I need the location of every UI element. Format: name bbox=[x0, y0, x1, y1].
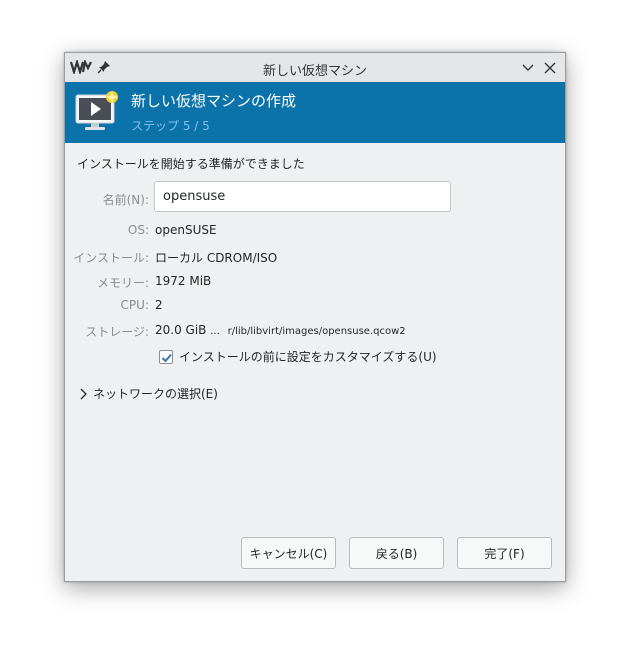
chevron-right-icon bbox=[80, 388, 87, 399]
title-bar[interactable]: 新しい仮想マシン bbox=[65, 53, 565, 83]
storage-label: ストレージ: bbox=[85, 325, 149, 339]
os-value: openSUSE bbox=[155, 223, 217, 237]
storage-ellipsis: ... bbox=[210, 326, 220, 337]
window-title: 新しい仮想マシン bbox=[262, 64, 367, 79]
os-label: OS: bbox=[127, 223, 149, 237]
new-vm-dialog: 新しい仮想マシン 新しい仮想マシンの作成 ステップ 5 / 5 インストールを開… bbox=[64, 52, 566, 582]
ready-message: インストールを開始する準備ができました bbox=[77, 157, 305, 171]
network-expander-label[interactable]: ネットワークの選択(E) bbox=[93, 385, 218, 402]
wizard-title: 新しい仮想マシンの作成 bbox=[131, 92, 297, 110]
finish-button[interactable]: 完了(F) bbox=[457, 537, 552, 569]
cpu-value: 2 bbox=[155, 298, 163, 312]
customize-checkbox-label[interactable]: インストールの前に設定をカスタマイズする(U) bbox=[179, 348, 437, 365]
new-vm-monitor-icon bbox=[75, 91, 118, 130]
memory-label: メモリー: bbox=[96, 276, 149, 290]
cpu-label: CPU: bbox=[120, 298, 149, 312]
install-value: ローカル CDROM/ISO bbox=[155, 251, 278, 265]
storage-size: 20.0 GiB bbox=[155, 323, 207, 337]
minimize-chevron-icon[interactable] bbox=[521, 61, 535, 75]
close-icon[interactable] bbox=[543, 61, 557, 75]
checkmark-icon bbox=[161, 353, 172, 362]
wizard-header: 新しい仮想マシンの作成 ステップ 5 / 5 bbox=[65, 82, 565, 143]
wizard-step: ステップ 5 / 5 bbox=[131, 119, 210, 133]
storage-value: 20.0 GiB ... r/lib/libvirt/images/opensu… bbox=[155, 323, 406, 337]
memory-value: 1972 MiB bbox=[155, 274, 212, 288]
cancel-button[interactable]: キャンセル(C) bbox=[241, 537, 336, 569]
customize-checkbox-row[interactable]: インストールの前に設定をカスタマイズする(U) bbox=[159, 348, 437, 365]
customize-checkbox[interactable] bbox=[159, 349, 173, 364]
install-label: インストール: bbox=[73, 251, 149, 265]
name-input[interactable] bbox=[154, 181, 451, 212]
network-expander[interactable]: ネットワークの選択(E) bbox=[79, 385, 218, 402]
storage-path: r/lib/libvirt/images/opensuse.qcow2 bbox=[227, 326, 406, 337]
name-label: 名前(N): bbox=[102, 193, 149, 207]
back-button[interactable]: 戻る(B) bbox=[349, 537, 444, 569]
